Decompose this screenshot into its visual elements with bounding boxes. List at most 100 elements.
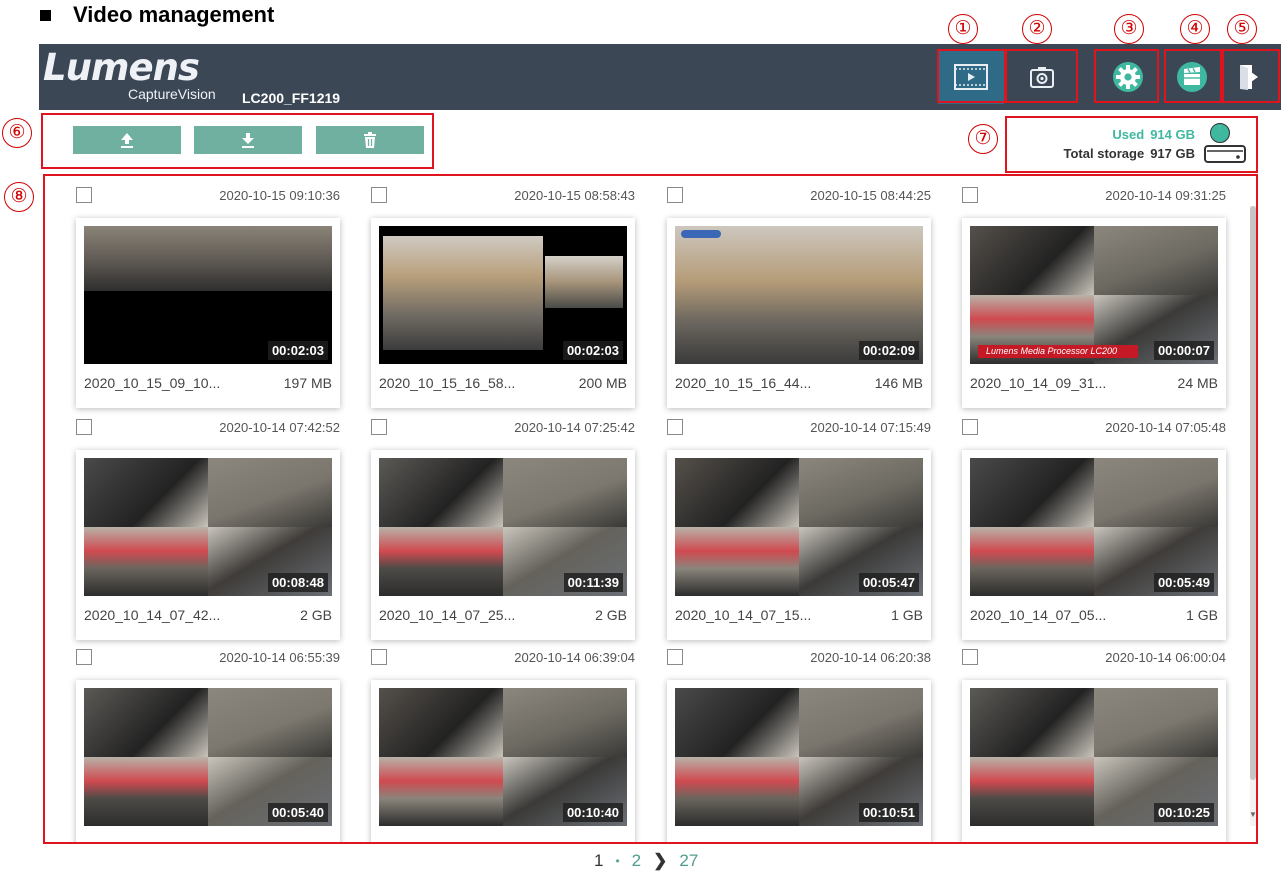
callout-2: ② — [1022, 14, 1052, 44]
video-card-body[interactable]: 00:11:39 2020_10_14_07_25... 2 GB — [371, 450, 635, 640]
thumbnail-quadrant — [84, 757, 208, 826]
select-checkbox[interactable] — [371, 649, 387, 665]
video-thumbnail[interactable]: 00:02:09 — [675, 226, 923, 364]
video-card-body[interactable]: 00:05:40 — [76, 680, 340, 844]
video-duration: 00:10:51 — [858, 803, 919, 822]
page-last[interactable]: 27 — [679, 851, 698, 871]
video-card-body[interactable]: 00:10:51 — [667, 680, 931, 844]
select-checkbox[interactable] — [371, 187, 387, 203]
download-button[interactable] — [194, 126, 302, 154]
video-thumbnail[interactable]: Lumens Media Processor LC200 00:00:07 — [970, 226, 1218, 364]
video-filesize: 200 MB — [578, 375, 627, 391]
video-card-body[interactable]: Lumens Media Processor LC200 00:00:07 2020… — [962, 218, 1226, 408]
thumbnail-quadrant — [970, 757, 1094, 826]
thumbnail-quadrant — [379, 688, 503, 757]
recording-button[interactable] — [1164, 49, 1219, 104]
scroll-down-icon[interactable]: ▼ — [1249, 810, 1257, 819]
video-card-body[interactable]: 00:08:48 2020_10_14_07_42... 2 GB — [76, 450, 340, 640]
thumbnail-quadrant — [970, 527, 1094, 596]
video-card-body[interactable]: 00:10:40 — [371, 680, 635, 844]
snapshot-button[interactable] — [1009, 49, 1075, 104]
video-card-body[interactable]: 00:10:25 — [962, 680, 1226, 844]
video-duration: 00:05:47 — [858, 573, 919, 592]
select-checkbox[interactable] — [962, 649, 978, 665]
thumbnail-quadrant — [675, 527, 799, 596]
callout-4: ④ — [1180, 14, 1210, 44]
video-card-body[interactable]: 00:02:03 2020_10_15_16_58... 200 MB — [371, 218, 635, 408]
card-header: 2020-10-14 07:25:42 — [371, 418, 635, 444]
video-date: 2020-10-14 07:05:48 — [1105, 420, 1226, 435]
thumbnail-quadrant — [379, 527, 503, 596]
video-thumbnail[interactable]: 00:05:47 — [675, 458, 923, 596]
video-filesize: 2 GB — [300, 607, 332, 623]
logout-icon — [1240, 64, 1258, 90]
select-checkbox[interactable] — [667, 649, 683, 665]
video-card-body[interactable]: 00:05:49 2020_10_14_07_05... 1 GB — [962, 450, 1226, 640]
thumbnail-quadrant — [799, 458, 923, 527]
thumbnail-quadrant — [84, 527, 208, 596]
video-filesize: 24 MB — [1177, 375, 1218, 391]
thumbnail-left — [84, 226, 208, 291]
video-thumbnail[interactable]: 00:05:40 — [84, 688, 332, 826]
upload-button[interactable] — [73, 126, 181, 154]
video-card-body[interactable]: 00:02:03 2020_10_15_09_10... 197 MB — [76, 218, 340, 408]
video-management-button[interactable] — [938, 49, 1004, 104]
video-card-body[interactable]: 00:05:47 2020_10_14_07_15... 1 GB — [667, 450, 931, 640]
select-checkbox[interactable] — [371, 419, 387, 435]
select-checkbox[interactable] — [76, 419, 92, 435]
video-date: 2020-10-14 07:25:42 — [514, 420, 635, 435]
thumbnail-quadrant — [503, 458, 627, 527]
logout-button[interactable] — [1224, 49, 1274, 104]
video-thumbnail[interactable]: 00:02:03 — [379, 226, 627, 364]
video-date: 2020-10-15 09:10:36 — [219, 188, 340, 203]
video-duration: 00:10:40 — [562, 803, 623, 822]
video-card-body[interactable]: 00:02:09 2020_10_15_16_44... 146 MB — [667, 218, 931, 408]
thumbnail-quadrant — [675, 458, 799, 527]
recording-icon — [1176, 61, 1207, 92]
select-checkbox[interactable] — [667, 187, 683, 203]
thumbnail-quadrant — [970, 226, 1094, 295]
video-grid: 2020-10-15 09:10:36 00:02:03 2020_10_15_09… — [46, 176, 1258, 844]
page-next-number[interactable]: 2 — [632, 851, 641, 871]
select-checkbox[interactable] — [667, 419, 683, 435]
delete-button[interactable] — [316, 126, 424, 154]
scrollbar-thumb[interactable] — [1250, 206, 1256, 780]
card-header: 2020-10-14 06:55:39 — [76, 648, 340, 674]
settings-button[interactable] — [1097, 49, 1159, 104]
video-duration: 00:02:03 — [562, 341, 623, 360]
upload-icon — [121, 133, 133, 148]
video-thumbnail[interactable]: 00:10:25 — [970, 688, 1218, 826]
callout-8: ⑧ — [4, 182, 34, 212]
video-filename: 2020_10_15_16_58... — [379, 375, 516, 391]
video-thumbnail[interactable]: 00:02:03 — [84, 226, 332, 364]
video-filename: 2020_10_15_16_44... — [675, 375, 812, 391]
video-date: 2020-10-14 09:31:25 — [1105, 188, 1226, 203]
video-filename: 2020_10_15_09_10... — [84, 375, 221, 391]
video-duration: 00:02:09 — [858, 341, 919, 360]
select-checkbox[interactable] — [962, 187, 978, 203]
page-current[interactable]: 1 — [594, 851, 603, 871]
video-filesize: 197 MB — [283, 375, 332, 391]
snapshot-icon — [1030, 66, 1054, 88]
logo-subtitle: CaptureVision — [128, 86, 216, 102]
select-checkbox[interactable] — [76, 649, 92, 665]
video-duration: 00:10:25 — [1153, 803, 1214, 822]
callout-7: ⑦ — [968, 124, 998, 154]
select-checkbox[interactable] — [76, 187, 92, 203]
callout-5: ⑤ — [1227, 14, 1257, 44]
video-thumbnail[interactable]: 00:11:39 — [379, 458, 627, 596]
thumbnail-quadrant — [1094, 458, 1218, 527]
select-checkbox[interactable] — [962, 419, 978, 435]
video-date: 2020-10-14 06:39:04 — [514, 650, 635, 665]
video-thumbnail[interactable]: 00:10:51 — [675, 688, 923, 826]
video-thumbnail[interactable]: 00:08:48 — [84, 458, 332, 596]
thumbnail-quadrant — [84, 688, 208, 757]
card-header: 2020-10-15 08:44:25 — [667, 186, 931, 212]
video-filename: 2020_10_14_07_05... — [970, 607, 1107, 623]
video-thumbnail[interactable]: 00:10:40 — [379, 688, 627, 826]
video-thumbnail[interactable]: 00:05:49 — [970, 458, 1218, 596]
callout-6: ⑥ — [2, 118, 32, 148]
storage-disk-icon — [1204, 123, 1246, 163]
thumbnail-pip — [545, 256, 623, 308]
page-next-arrow-icon[interactable]: ❯ — [653, 851, 667, 871]
